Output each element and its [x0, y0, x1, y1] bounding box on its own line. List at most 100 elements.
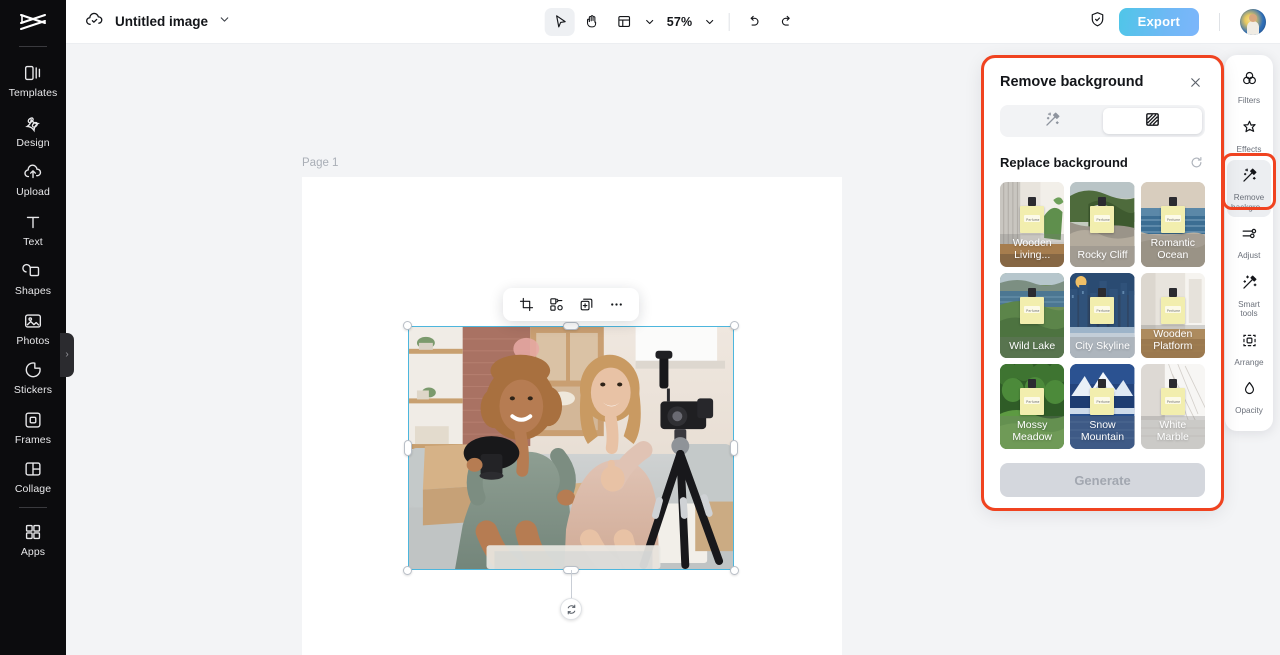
- chevron-down-icon[interactable]: [218, 13, 231, 31]
- frames-icon: [22, 409, 44, 431]
- sidebar-item-shapes[interactable]: Shapes: [0, 253, 66, 303]
- section-title: Replace background: [1000, 154, 1128, 170]
- tool-arrange[interactable]: Arrange: [1227, 325, 1271, 373]
- sidebar-item-frames[interactable]: Frames: [0, 402, 66, 452]
- sidebar-item-label: Frames: [14, 433, 52, 446]
- bg-option-label: Mossy Meadow: [1000, 416, 1065, 449]
- bg-option-label: Romantic Ocean: [1140, 234, 1205, 267]
- sidebar-collapse-handle[interactable]: ›: [60, 333, 74, 377]
- sidebar-item-label: Photos: [16, 334, 50, 347]
- sidebar-item-photos[interactable]: Photos: [0, 303, 66, 353]
- magic-wand-icon: [1043, 110, 1062, 132]
- document-title[interactable]: Untitled image: [115, 14, 208, 29]
- sidebar-item-apps[interactable]: Apps: [0, 514, 66, 564]
- bottle-label: Perfume: [1026, 309, 1040, 313]
- layout-tool-button[interactable]: [609, 8, 639, 36]
- sidebar-item-label: Shapes: [14, 285, 52, 297]
- export-button[interactable]: Export: [1118, 7, 1199, 36]
- generate-button[interactable]: Generate: [1000, 463, 1205, 497]
- tool-label: Effects: [1236, 144, 1262, 154]
- replace-background-tab[interactable]: [1102, 108, 1202, 134]
- resize-handle-right[interactable]: [730, 440, 738, 456]
- sidebar-item-upload[interactable]: Upload: [0, 154, 66, 204]
- redo-button[interactable]: [771, 8, 801, 36]
- cutout-button[interactable]: [542, 291, 570, 318]
- resize-handle-top-left[interactable]: [403, 321, 412, 330]
- shapes-icon: [22, 260, 44, 282]
- more-button[interactable]: [602, 291, 630, 318]
- panel-header: Remove background: [1000, 72, 1205, 92]
- selected-image[interactable]: [408, 326, 734, 570]
- resize-handle-bottom-right[interactable]: [730, 566, 739, 575]
- bg-wild-lake[interactable]: Perfume Wild Lake: [1000, 273, 1065, 358]
- zoom-level-value[interactable]: 57%: [661, 15, 699, 29]
- panel-tab-group: [1000, 105, 1205, 137]
- toolbar-right-group: Export: [1088, 7, 1266, 36]
- resize-handle-bottom-left[interactable]: [403, 566, 412, 575]
- bg-wooden-living[interactable]: Perfume Wooden Living...: [1000, 182, 1065, 267]
- tool-opacity[interactable]: Opacity: [1227, 373, 1271, 421]
- text-icon: [22, 211, 44, 233]
- resize-handle-top-right[interactable]: [730, 321, 739, 330]
- tool-adjust[interactable]: Adjust: [1227, 218, 1271, 266]
- selected-object[interactable]: [403, 321, 739, 620]
- bg-romantic-ocean[interactable]: Perfume Romantic Ocean: [1140, 182, 1205, 267]
- bottle-label: Perfume: [1096, 309, 1110, 313]
- bg-rocky-cliff[interactable]: Perfume Rocky Cliff: [1070, 182, 1135, 267]
- avatar[interactable]: [1240, 8, 1266, 35]
- upload-cloud-icon: [22, 161, 44, 183]
- select-tool-button[interactable]: [544, 7, 575, 36]
- duplicate-button[interactable]: [572, 291, 600, 318]
- bg-mossy-meadow[interactable]: Perfume Mossy Meadow: [1000, 364, 1065, 449]
- tool-label: Smart tools: [1238, 299, 1260, 319]
- canvas-tools: 57%: [544, 7, 802, 36]
- replace-background-section-header: Replace background: [1000, 153, 1205, 171]
- filters-icon: [1240, 69, 1259, 93]
- refresh-icon[interactable]: [1187, 153, 1205, 171]
- tool-remove-background[interactable]: Remove backgro...: [1227, 160, 1271, 217]
- sidebar-item-stickers[interactable]: Stickers: [0, 352, 66, 402]
- bg-option-label: Wild Lake: [1000, 336, 1065, 358]
- checkerboard-icon: [1144, 111, 1161, 131]
- bg-option-label: Wooden Living...: [1000, 234, 1065, 267]
- templates-icon: [22, 62, 44, 84]
- bottle-label: Perfume: [1096, 218, 1110, 222]
- bg-white-marble[interactable]: Perfume White Marble: [1140, 364, 1205, 449]
- shield-check-icon[interactable]: [1088, 10, 1107, 34]
- bottle-label: Perfume: [1166, 218, 1181, 222]
- rotate-stem: [571, 570, 572, 598]
- right-toolbar: Filters Effects Remove backgro... Adjust…: [1225, 55, 1273, 431]
- resize-handle-left[interactable]: [404, 440, 412, 456]
- sidebar-item-label: Stickers: [13, 384, 53, 396]
- sidebar-item-label: Apps: [20, 545, 46, 558]
- close-icon[interactable]: [1185, 72, 1205, 92]
- rotate-handle[interactable]: [560, 598, 582, 620]
- capcut-logo[interactable]: [18, 0, 48, 44]
- tool-filters[interactable]: Filters: [1227, 63, 1271, 111]
- sidebar-item-templates[interactable]: Templates: [0, 55, 66, 105]
- tool-label: Adjust: [1237, 251, 1261, 260]
- sidebar-item-collage[interactable]: Collage: [0, 451, 66, 501]
- tool-smart-tools[interactable]: Smart tools: [1227, 267, 1271, 324]
- design-icon: [22, 112, 44, 134]
- panel-title: Remove background: [1000, 74, 1144, 90]
- zoom-chevron-down-icon[interactable]: [700, 9, 718, 35]
- bottle-label: Perfume: [1026, 218, 1040, 222]
- hand-tool-button[interactable]: [577, 8, 607, 36]
- bg-option-label: Wooden Platform: [1140, 325, 1205, 358]
- resize-handle-top[interactable]: [563, 322, 579, 330]
- tool-effects[interactable]: Effects: [1227, 112, 1271, 160]
- crop-button[interactable]: [512, 291, 540, 318]
- bottle-label: Perfume: [1166, 400, 1181, 404]
- undo-button[interactable]: [739, 8, 769, 36]
- bg-wooden-platform[interactable]: Perfume Wooden Platform: [1140, 273, 1205, 358]
- auto-remove-tab[interactable]: [1003, 108, 1103, 134]
- sidebar-item-text[interactable]: Text: [0, 204, 66, 254]
- layout-chevron-down-icon[interactable]: [641, 9, 659, 35]
- bg-city-skyline[interactable]: Perfume City Skyline: [1070, 273, 1135, 358]
- sidebar-item-design[interactable]: Design: [0, 105, 66, 155]
- bg-snow-mountain[interactable]: Perfume Snow Mountain: [1070, 364, 1135, 449]
- bottle-label: Perfume: [1166, 309, 1181, 313]
- app-root: Templates Design Upload Text Shapes Phot…: [0, 0, 1280, 655]
- stickers-icon: [22, 359, 44, 381]
